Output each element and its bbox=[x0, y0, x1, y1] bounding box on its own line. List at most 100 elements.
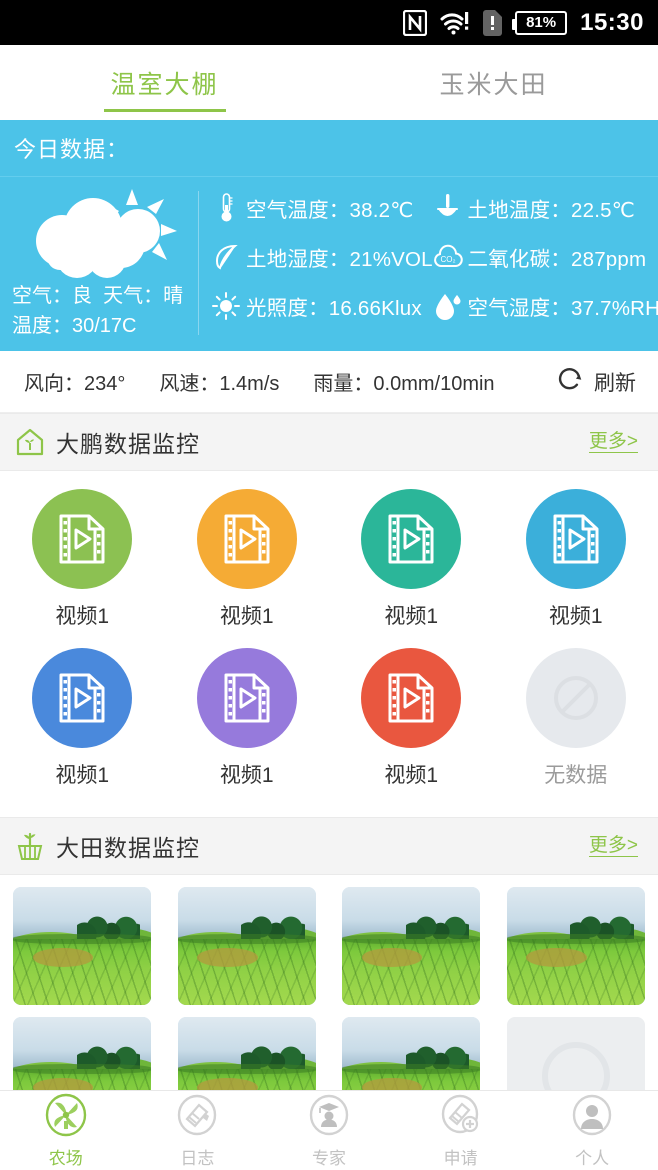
status-clock: 15:30 bbox=[580, 8, 644, 36]
no-data-icon[interactable] bbox=[525, 648, 626, 748]
weather-text-block: 空气：良 天气：晴 温度：30/17C bbox=[0, 279, 183, 341]
metric-soil-temperature: 土地温度：22.5℃ bbox=[433, 193, 655, 223]
svg-text:CO₂: CO₂ bbox=[440, 255, 455, 264]
metric-air-humidity: 空气湿度：37.7%RH bbox=[433, 291, 658, 321]
tab-bar: 温室大棚 玉米大田 bbox=[0, 45, 658, 120]
field-item[interactable] bbox=[165, 887, 330, 1005]
metric-co2-text: 二氧化碳：287ppm bbox=[467, 248, 647, 271]
metrics-grid: 空气温度：38.2℃ 土地温度：22.5℃ 土地湿度：21%VOL CO₂ 二氧… bbox=[199, 183, 658, 341]
nav-item-apply[interactable]: 申请 bbox=[395, 1091, 527, 1170]
refresh-icon bbox=[556, 365, 584, 399]
video-item-label: 视频1 bbox=[55, 605, 110, 628]
nav-item-log[interactable]: 日志 bbox=[132, 1091, 264, 1170]
video-file-icon[interactable] bbox=[361, 489, 462, 589]
refresh-button[interactable]: 刷新 bbox=[556, 365, 636, 399]
greenhouse-more-link[interactable]: 更多> bbox=[588, 431, 638, 454]
metric-co2: CO₂ 二氧化碳：287ppm bbox=[433, 242, 655, 272]
video-item[interactable]: 视频1 bbox=[165, 489, 330, 630]
field-section-title: 大田数据监控 bbox=[56, 835, 200, 861]
wind-speed: 风速：1.4m/s bbox=[159, 373, 280, 395]
status-bar: 81% 15:30 bbox=[0, 0, 658, 45]
metric-soil-temperature-text: 土地温度：22.5℃ bbox=[467, 199, 635, 222]
battery-indicator: 81% bbox=[512, 10, 568, 35]
metric-soil-humidity: 土地湿度：21%VOL bbox=[211, 242, 433, 272]
greenhouse-section-title: 大鹏数据监控 bbox=[56, 431, 200, 457]
graduate-icon bbox=[307, 1093, 351, 1142]
bottom-navigation: 农场 日志 专家 申请 个人 bbox=[0, 1090, 658, 1170]
co2-cloud-icon: CO₂ bbox=[433, 244, 463, 270]
tab-cornfield[interactable]: 玉米大田 bbox=[329, 45, 658, 120]
tab-active-underline bbox=[103, 109, 226, 112]
field-thumbnail[interactable] bbox=[506, 887, 645, 1005]
battery-percent: 81% bbox=[526, 14, 557, 31]
field-more-link[interactable]: 更多> bbox=[588, 835, 638, 858]
notebook-plus-icon bbox=[439, 1093, 483, 1142]
video-item[interactable]: 视频1 bbox=[0, 648, 165, 789]
weather-condition: 天气：晴 bbox=[103, 285, 184, 307]
field-thumbnail[interactable] bbox=[342, 887, 481, 1005]
partly-cloudy-icon bbox=[17, 187, 182, 279]
video-item[interactable]: 视频1 bbox=[329, 489, 494, 630]
sprout-icon bbox=[211, 243, 241, 271]
tab-greenhouse-label: 温室大棚 bbox=[110, 70, 219, 99]
today-data-panel: 今日数据： 空气：良 天气：晴 温度：30/17C 空气温度：38.2℃ 土地温… bbox=[0, 120, 658, 351]
video-item[interactable]: 视频1 bbox=[165, 648, 330, 789]
greenhouse-section-header: 大鹏数据监控 更多> bbox=[0, 413, 658, 471]
metric-air-temperature-text: 空气温度：38.2℃ bbox=[246, 199, 414, 222]
field-thumbnail[interactable] bbox=[177, 887, 316, 1005]
nav-item-farm-label: 农场 bbox=[48, 1148, 83, 1168]
windmill-icon bbox=[44, 1093, 88, 1142]
video-item-label: 视频1 bbox=[55, 764, 110, 787]
video-file-icon[interactable] bbox=[196, 648, 297, 748]
thermometer-icon bbox=[211, 193, 241, 223]
video-file-icon[interactable] bbox=[361, 648, 462, 748]
weather-air-quality: 空气：良 bbox=[12, 285, 92, 307]
video-item-label: 视频1 bbox=[219, 605, 274, 628]
nav-item-apply-label: 申请 bbox=[443, 1148, 478, 1168]
sim-alert-icon bbox=[483, 9, 503, 36]
metric-soil-humidity-text: 土地湿度：21%VOL bbox=[246, 248, 433, 271]
field-section-header: 大田数据监控 更多> bbox=[0, 817, 658, 875]
field-thumbnail[interactable] bbox=[13, 887, 152, 1005]
nav-item-log-label: 日志 bbox=[180, 1148, 215, 1168]
greenhouse-video-grid: 视频1 视频1 视频1 视频1 视频1 视频1 视频1 无数据 bbox=[0, 471, 658, 817]
nav-item-expert-label: 专家 bbox=[311, 1148, 346, 1168]
video-item[interactable]: 视频1 bbox=[494, 489, 658, 630]
field-item[interactable] bbox=[329, 887, 494, 1005]
video-item[interactable]: 无数据 bbox=[494, 648, 658, 789]
notebook-pen-icon bbox=[175, 1093, 219, 1142]
video-file-icon[interactable] bbox=[32, 489, 133, 589]
video-item[interactable]: 视频1 bbox=[0, 489, 165, 630]
nav-item-profile-label: 个人 bbox=[575, 1148, 610, 1168]
nav-item-profile[interactable]: 个人 bbox=[526, 1091, 658, 1170]
nav-item-expert[interactable]: 专家 bbox=[263, 1091, 395, 1170]
wind-direction: 风向：234° bbox=[24, 373, 126, 395]
rainfall: 雨量：0.0mm/10min bbox=[313, 373, 495, 395]
person-icon bbox=[570, 1093, 614, 1142]
video-item-label: 视频1 bbox=[384, 605, 439, 628]
field-item[interactable] bbox=[494, 887, 658, 1005]
video-file-icon[interactable] bbox=[525, 489, 626, 589]
water-drop-icon bbox=[433, 291, 463, 321]
metric-illuminance: 光照度：16.66Klux bbox=[211, 291, 433, 321]
today-data-title: 今日数据： bbox=[0, 120, 658, 177]
metric-air-temperature: 空气温度：38.2℃ bbox=[211, 193, 433, 223]
video-item-label: 无数据 bbox=[544, 764, 608, 787]
video-file-icon[interactable] bbox=[32, 648, 133, 748]
nfc-icon bbox=[403, 9, 428, 36]
tab-cornfield-label: 玉米大田 bbox=[439, 70, 548, 99]
wind-row: 风向：234° 风速：1.4m/s 雨量：0.0mm/10min 刷新 bbox=[0, 351, 658, 413]
video-item-label: 视频1 bbox=[384, 764, 439, 787]
field-crop-icon bbox=[14, 831, 56, 861]
video-item[interactable]: 视频1 bbox=[329, 648, 494, 789]
field-item[interactable] bbox=[0, 887, 165, 1005]
soil-thermometer-icon bbox=[433, 193, 463, 223]
tab-greenhouse[interactable]: 温室大棚 bbox=[0, 45, 329, 120]
weather-summary: 空气：良 天气：晴 温度：30/17C bbox=[0, 183, 198, 341]
video-file-icon[interactable] bbox=[196, 489, 297, 589]
nav-item-farm[interactable]: 农场 bbox=[0, 1091, 132, 1170]
metric-illuminance-text: 光照度：16.66Klux bbox=[246, 297, 422, 320]
refresh-label: 刷新 bbox=[594, 371, 636, 395]
video-item-label: 视频1 bbox=[219, 764, 274, 787]
weather-temp-range: 温度：30/17C bbox=[12, 315, 137, 337]
